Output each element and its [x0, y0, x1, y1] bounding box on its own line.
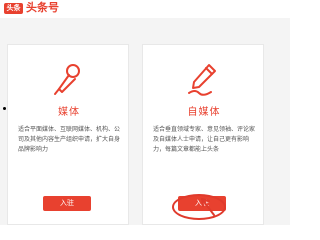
- cursor-dot: [3, 107, 6, 110]
- card-description-self-media: 适合垂直领域专家、意见领袖、评论家及自媒体人士申请，让自己更有影响力，每篇文章都…: [153, 126, 256, 153]
- card-description-media: 适合平面媒体、互联网媒体、机构、公司及其他内容生产组织申请，扩大自身品牌影响力: [18, 126, 121, 153]
- logo-badge: 头条: [4, 3, 23, 14]
- annotation-arrow-icon: [201, 198, 215, 216]
- card-title-self-media: 自媒体: [187, 107, 221, 118]
- join-button-media[interactable]: 入驻: [43, 196, 91, 211]
- site-logo-text[interactable]: 头条号: [26, 1, 59, 15]
- card-title-media: 媒体: [58, 107, 80, 118]
- microphone-icon: [54, 64, 80, 95]
- top-bar: 头条 头条号: [0, 0, 290, 18]
- card-media: 媒体 适合平面媒体、互联网媒体、机构、公司及其他内容生产组织申请，扩大自身品牌影…: [7, 44, 129, 225]
- pen-signature-icon: [188, 64, 216, 96]
